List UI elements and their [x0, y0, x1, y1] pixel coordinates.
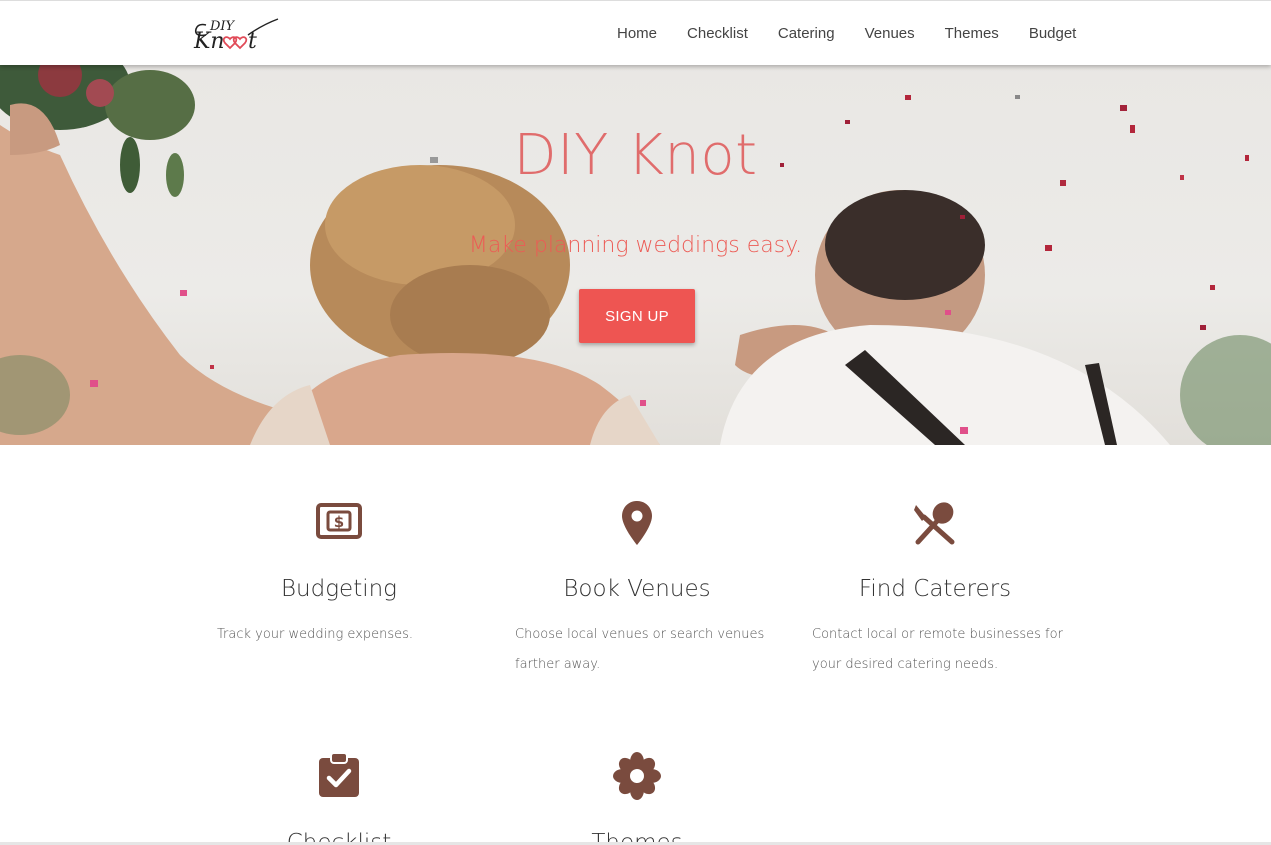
- feature-title: Budgeting: [281, 576, 397, 602]
- map-pin-icon: [622, 501, 652, 545]
- feature-themes: Themes: [497, 752, 777, 845]
- sign-up-button[interactable]: SIGN UP: [579, 289, 695, 343]
- hero-title: DIY Knot: [513, 123, 758, 188]
- site-logo[interactable]: DIY Kn t: [188, 13, 284, 54]
- nav-catering[interactable]: Catering: [763, 25, 850, 42]
- utensils-icon: [914, 502, 955, 545]
- feature-find-caterers: Find Caterers Contact local or remote bu…: [795, 500, 1075, 680]
- feature-title: Book Venues: [563, 576, 711, 602]
- nav-checklist[interactable]: Checklist: [672, 25, 763, 42]
- flower-icon: [613, 752, 661, 800]
- feature-description: Choose local venues or search venues far…: [515, 627, 765, 672]
- main-nav: Home Checklist Catering Venues Themes Bu…: [602, 1, 1091, 66]
- nav-home[interactable]: Home: [602, 25, 672, 42]
- hero-banner: DIY Knot Make planning weddings easy. SI…: [0, 65, 1271, 445]
- feature-checklist: Checklist: [199, 752, 479, 845]
- nav-themes[interactable]: Themes: [930, 25, 1014, 42]
- dollar-bill-icon: $: [316, 503, 362, 539]
- feature-book-venues: Book Venues Choose local venues or searc…: [497, 500, 777, 680]
- svg-text:$: $: [334, 513, 344, 531]
- hero-subtitle: Make planning weddings easy.: [468, 233, 803, 258]
- logo-script-icon: DIY Kn t: [193, 18, 279, 54]
- clipboard-check-icon: [319, 752, 359, 797]
- feature-title: Find Caterers: [858, 576, 1012, 602]
- nav-venues[interactable]: Venues: [850, 25, 930, 42]
- feature-budgeting: $ Budgeting Track your wedding expenses.: [199, 500, 479, 680]
- svg-text:Kn: Kn: [193, 29, 225, 53]
- feature-description: Track your wedding expenses.: [217, 627, 414, 642]
- nav-budget[interactable]: Budget: [1014, 25, 1092, 42]
- feature-description: Contact local or remote businesses for y…: [812, 627, 1063, 672]
- top-navbar: DIY Kn t Home Checklist Catering Venues …: [0, 0, 1271, 65]
